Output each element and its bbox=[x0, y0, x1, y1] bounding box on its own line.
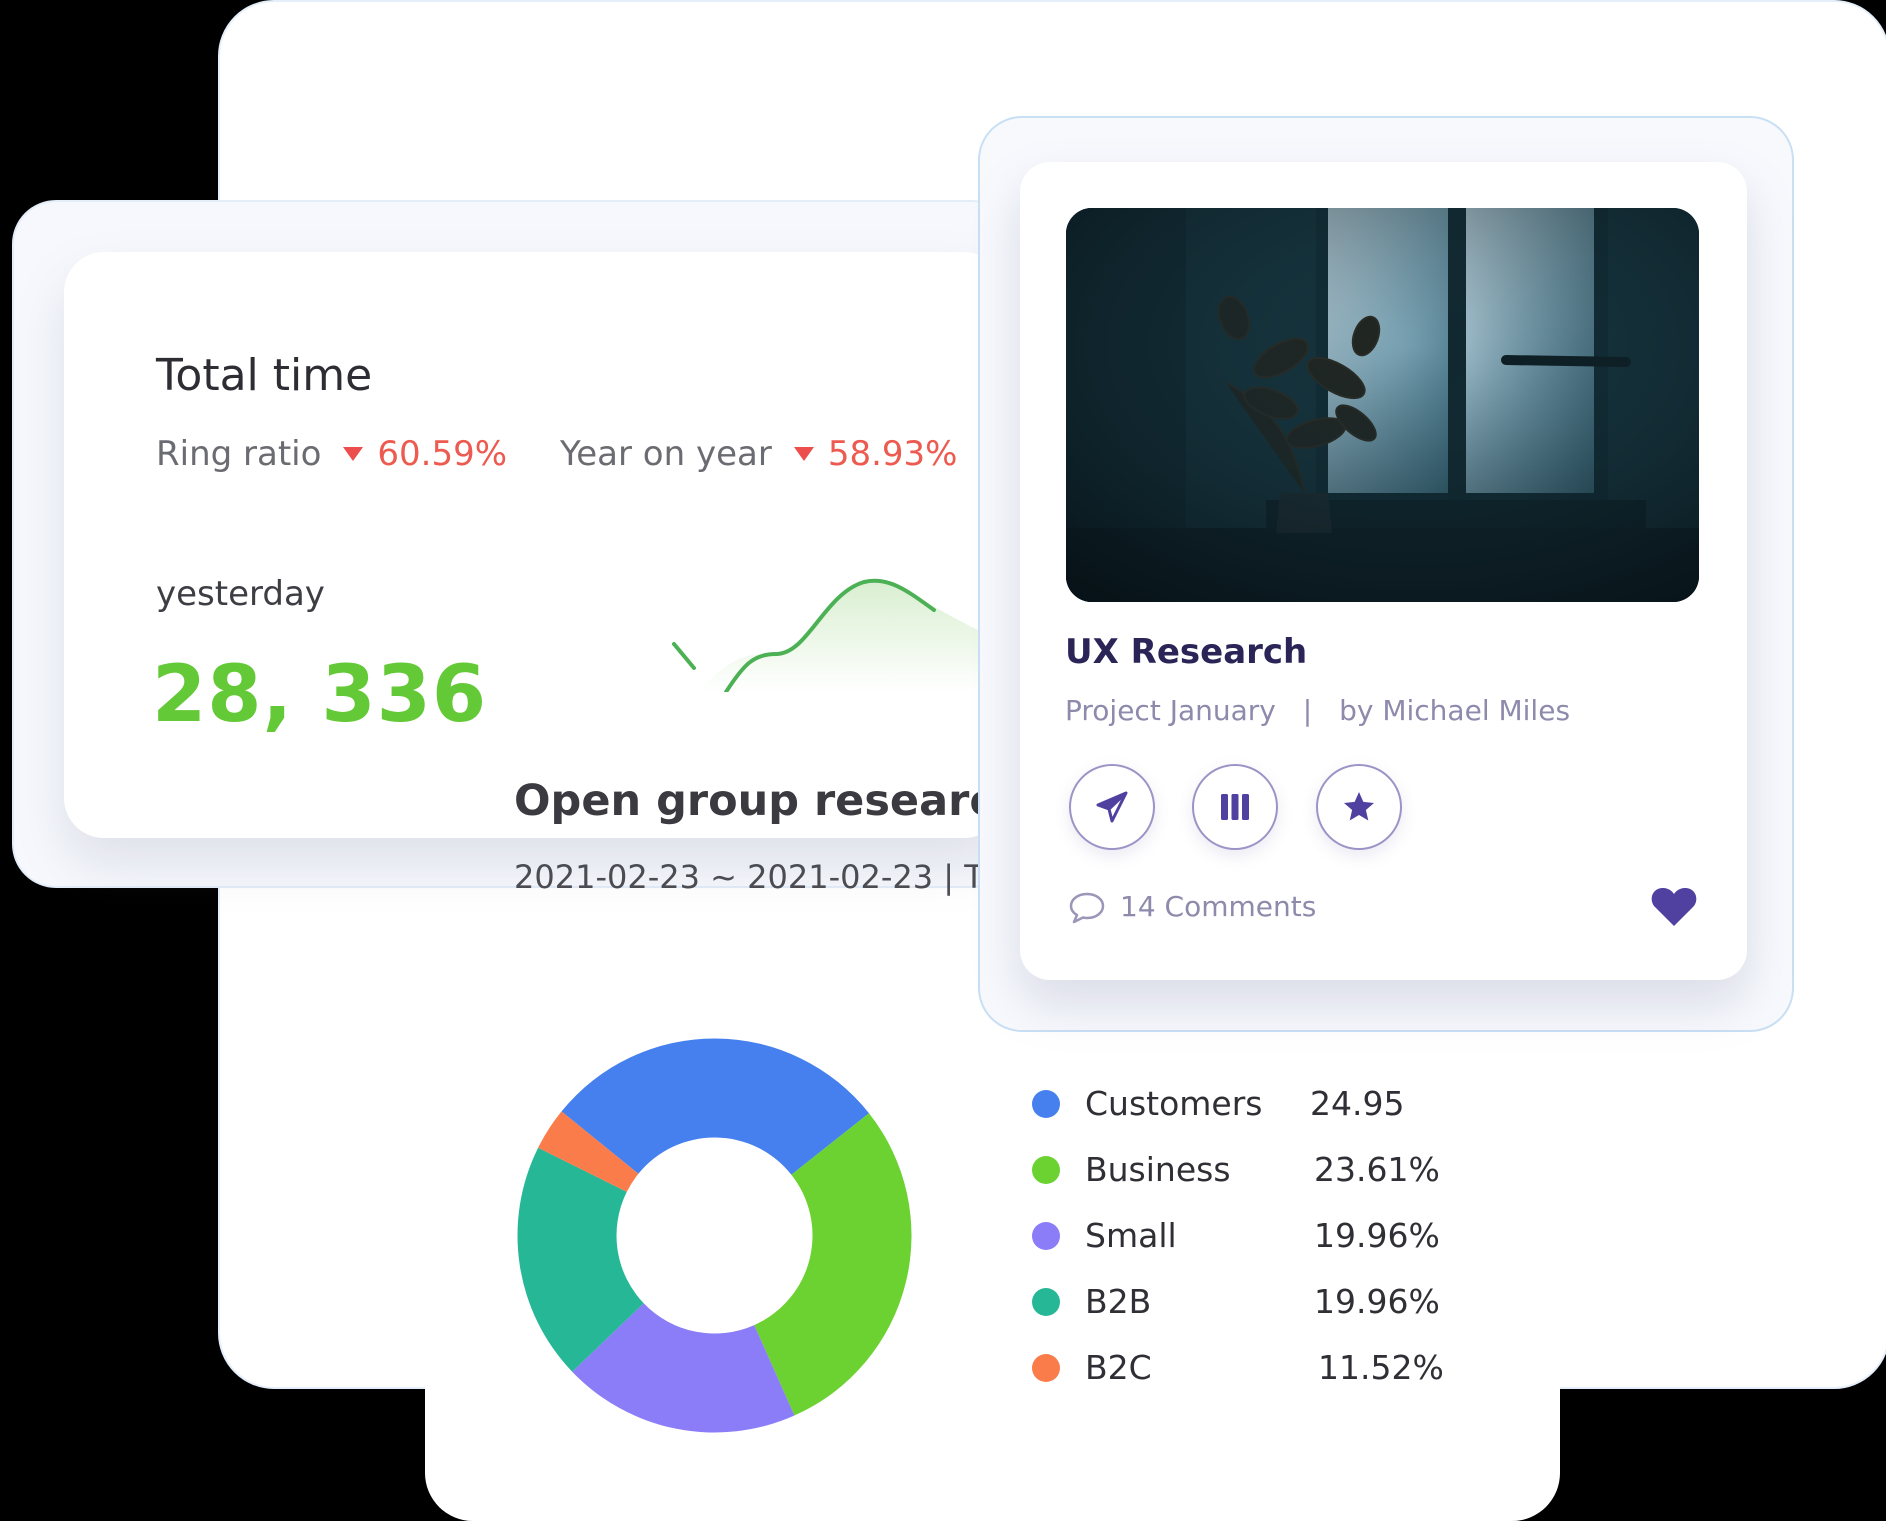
legend-value: 19.96% bbox=[1314, 1282, 1440, 1321]
ux-card-subtitle: Project January | by Michael Miles bbox=[1065, 694, 1570, 727]
heart-icon[interactable] bbox=[1650, 884, 1698, 928]
ring-ratio-label: Ring ratio bbox=[156, 434, 322, 474]
year-on-year-metric: Year on year 58.93% bbox=[560, 434, 957, 474]
ux-research-card[interactable]: UX Research Project January | by Michael… bbox=[1020, 162, 1747, 980]
author-name[interactable]: by Michael Miles bbox=[1339, 694, 1570, 727]
open-group-title: Open group research bbox=[514, 776, 1026, 826]
comment-icon bbox=[1069, 892, 1105, 924]
favorite-button[interactable] bbox=[1316, 764, 1402, 850]
year-on-year-value: 58.93% bbox=[827, 434, 958, 474]
window-plant-photo bbox=[1066, 208, 1699, 602]
columns-button[interactable] bbox=[1192, 764, 1278, 850]
legend-dot bbox=[1032, 1288, 1060, 1316]
legend-label: Small bbox=[1085, 1216, 1177, 1255]
send-icon bbox=[1096, 791, 1128, 823]
comments-link[interactable]: 14 Comments bbox=[1068, 890, 1316, 925]
legend-value: 24.95 bbox=[1310, 1084, 1405, 1123]
donut-chart bbox=[517, 1038, 912, 1433]
down-triangle-icon bbox=[793, 447, 814, 461]
legend-value: 19.96% bbox=[1314, 1216, 1440, 1255]
columns-icon bbox=[1221, 794, 1249, 820]
project-name: Project January bbox=[1065, 694, 1276, 727]
legend-dot bbox=[1032, 1354, 1060, 1382]
ring-ratio-value: 60.59% bbox=[377, 434, 508, 474]
ux-card-title[interactable]: UX Research bbox=[1065, 632, 1307, 672]
legend-dot bbox=[1032, 1156, 1060, 1184]
total-time-title: Total time bbox=[156, 350, 373, 401]
total-time-value: 28, 336 bbox=[152, 650, 488, 740]
legend-dot bbox=[1032, 1090, 1060, 1118]
ring-ratio-metric: Ring ratio 60.59% bbox=[156, 434, 507, 474]
legend-value: 11.52% bbox=[1318, 1348, 1444, 1387]
down-triangle-icon bbox=[343, 447, 364, 461]
legend-label: Customers bbox=[1085, 1084, 1263, 1123]
legend-value: 23.61% bbox=[1314, 1150, 1440, 1189]
separator: | bbox=[1302, 694, 1313, 727]
star-icon bbox=[1344, 792, 1374, 821]
comments-count: 14 Comments bbox=[1120, 890, 1317, 923]
send-button[interactable] bbox=[1069, 764, 1155, 850]
sparkline bbox=[672, 578, 1004, 692]
legend-label: B2C bbox=[1085, 1348, 1152, 1387]
legend-label: Business bbox=[1085, 1150, 1231, 1189]
legend-label: B2B bbox=[1085, 1282, 1152, 1321]
year-on-year-label: Year on year bbox=[560, 434, 772, 474]
period-label: yesterday bbox=[156, 574, 325, 614]
date-range: 2021-02-23 ~ 2021-02-23 | To bbox=[514, 858, 984, 896]
total-time-card: Total time Ring ratio 60.59% Year on year… bbox=[64, 252, 1004, 838]
legend-dot bbox=[1032, 1222, 1060, 1250]
